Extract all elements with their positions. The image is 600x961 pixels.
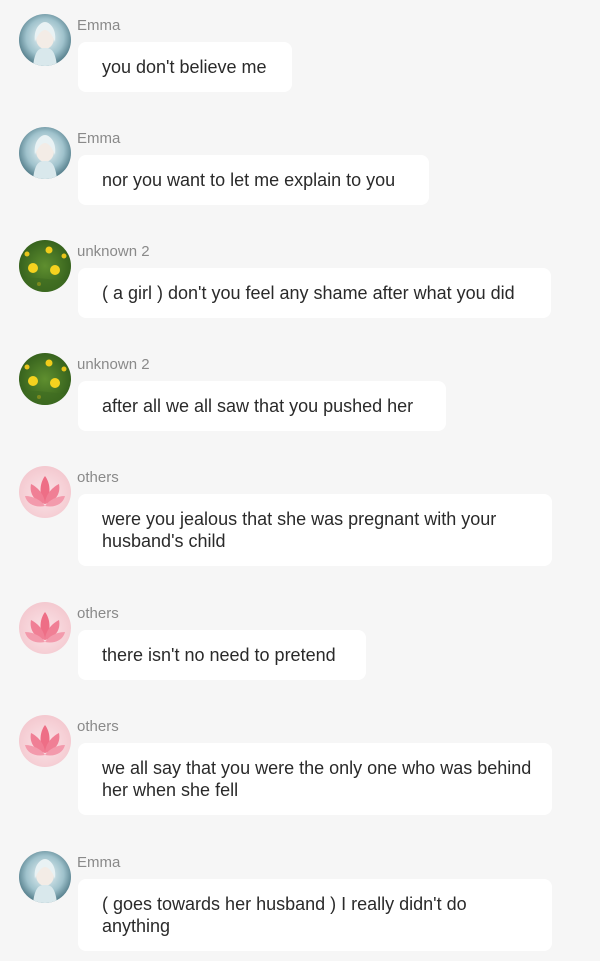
chat-message: unknown 2 ( a girl ) don't you feel any … bbox=[0, 226, 600, 336]
sender-name: others bbox=[77, 469, 119, 486]
chat-message: others there isn't no need to pretend bbox=[0, 588, 600, 698]
lotus-avatar[interactable] bbox=[19, 466, 71, 518]
sender-name: others bbox=[77, 718, 119, 735]
chat-message: Emma nor you want to let me explain to y… bbox=[0, 113, 600, 223]
message-bubble: were you jealous that she was pregnant w… bbox=[78, 494, 552, 566]
message-bubble: ( goes towards her husband ) I really di… bbox=[78, 879, 552, 951]
message-bubble: nor you want to let me explain to you bbox=[78, 155, 429, 205]
flowers-avatar[interactable] bbox=[19, 240, 71, 292]
lotus-avatar[interactable] bbox=[19, 602, 71, 654]
emma-avatar[interactable] bbox=[19, 127, 71, 179]
chat-message: others were you jealous that she was pre… bbox=[0, 452, 600, 587]
emma-avatar[interactable] bbox=[19, 851, 71, 903]
flowers-avatar[interactable] bbox=[19, 353, 71, 405]
chat-message: Emma you don't believe me bbox=[0, 0, 600, 110]
message-bubble: ( a girl ) don't you feel any shame afte… bbox=[78, 268, 551, 318]
sender-name: Emma bbox=[77, 17, 121, 34]
chat-message: others we all say that you were the only… bbox=[0, 701, 600, 836]
chat-message: Emma ( goes towards her husband ) I real… bbox=[0, 837, 600, 961]
sender-name: Emma bbox=[77, 130, 121, 147]
message-bubble: we all say that you were the only one wh… bbox=[78, 743, 552, 815]
emma-avatar[interactable] bbox=[19, 14, 71, 66]
message-bubble: you don't believe me bbox=[78, 42, 292, 92]
chat-message: unknown 2 after all we all saw that you … bbox=[0, 339, 600, 449]
sender-name: others bbox=[77, 605, 119, 622]
chat-thread: Emma you don't believe me Emma nor you w… bbox=[0, 0, 600, 961]
message-bubble: there isn't no need to pretend bbox=[78, 630, 366, 680]
sender-name: unknown 2 bbox=[77, 243, 150, 260]
sender-name: Emma bbox=[77, 854, 121, 871]
sender-name: unknown 2 bbox=[77, 356, 150, 373]
message-bubble: after all we all saw that you pushed her bbox=[78, 381, 446, 431]
lotus-avatar[interactable] bbox=[19, 715, 71, 767]
